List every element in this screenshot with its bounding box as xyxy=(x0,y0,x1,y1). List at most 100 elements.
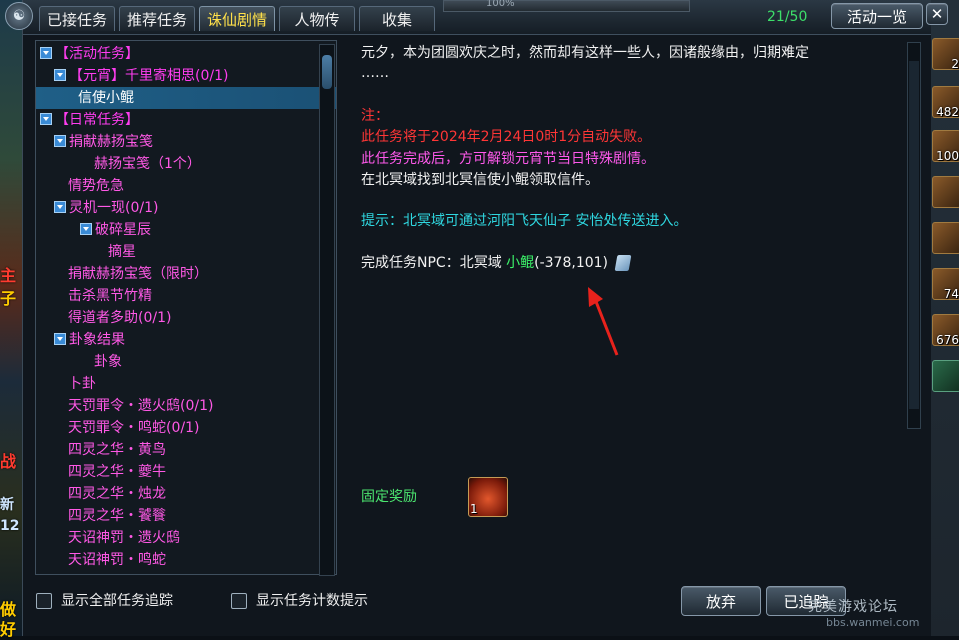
quest-tree-item-label: 卦象结果 xyxy=(69,332,125,348)
quest-tree-item-label: 情势危急 xyxy=(68,178,124,194)
quest-tree-item-label: 卦象 xyxy=(94,354,122,370)
npc-prefix: 完成任务NPC：北冥域 xyxy=(361,255,507,271)
quest-tree-item-label: 【活动任务】 xyxy=(55,46,139,62)
expand-toggle-icon[interactable] xyxy=(40,113,52,125)
progress-text: 100% xyxy=(486,0,515,9)
tab-collection[interactable]: 收集 xyxy=(359,6,435,31)
intro-line-2: …… xyxy=(361,65,389,81)
quest-tree-item[interactable]: 摘星 xyxy=(36,241,136,263)
quest-count: 21/50 xyxy=(767,9,808,25)
quest-tree-item[interactable]: 卜卦 xyxy=(36,373,96,395)
hotbar-slot-2[interactable]: 482 xyxy=(932,86,959,119)
expand-toggle-icon[interactable] xyxy=(54,201,66,213)
quest-tree-item[interactable]: 赫扬宝笺（1个） xyxy=(36,153,201,175)
hotbar-slot-4[interactable] xyxy=(932,176,959,208)
quest-tree-item[interactable]: 【活动任务】 xyxy=(36,43,139,65)
intro-line-1: 元夕，本为团圆欢庆之时，然而却有这样一些人，因诸般缘由，归期难定 xyxy=(361,45,809,61)
expand-toggle-icon[interactable] xyxy=(40,47,52,59)
quest-tree-item[interactable]: 天诏神罚・鸣蛇 xyxy=(36,549,166,571)
quest-tree-item[interactable]: 【日常任务】 xyxy=(36,109,139,131)
quest-tree-item[interactable]: 天罚罪令・鸣蛇(0/1) xyxy=(36,417,199,439)
auto-path-icon[interactable] xyxy=(614,255,632,271)
quest-tree-item-label: 天罚罪令・鸣蛇(0/1) xyxy=(68,420,200,436)
show-all-tracking-label: 显示全部任务追踪 xyxy=(61,593,173,609)
hotbar-slot-6[interactable]: 74 xyxy=(932,268,959,301)
hotbar-slot-5[interactable] xyxy=(932,222,959,254)
quest-tree-item[interactable]: 得道者多助(0/1) xyxy=(36,307,171,329)
quest-tree-item-label: 得道者多助(0/1) xyxy=(68,310,172,326)
show-all-tracking-checkbox[interactable] xyxy=(36,593,52,609)
quest-tree-item-label: 【元宵】千里寄相思(0/1) xyxy=(69,68,229,84)
reward-bag-icon[interactable]: 1 xyxy=(468,477,508,517)
quest-instruction: 在北冥域找到北冥信使小鲲领取信件。 xyxy=(361,172,599,188)
hotbar-slot-8[interactable] xyxy=(932,360,959,392)
quest-tree-item-label: 天罚罪令・遗火鸱(0/1) xyxy=(68,398,214,414)
reward-count: 1 xyxy=(470,502,478,516)
tab-zhuxian-story[interactable]: 诛仙剧情 xyxy=(199,6,275,31)
quest-tree-scrollbar[interactable] xyxy=(319,44,335,576)
quest-tree-item-label: 灵机一现(0/1) xyxy=(69,200,159,216)
quest-tree-item-label: 赫扬宝笺（1个） xyxy=(94,156,201,172)
hotbar-slot-1[interactable]: 2 xyxy=(932,38,959,71)
quest-tree-item-label: 卜卦 xyxy=(68,376,96,392)
travel-hint: 提示：北冥域可通过河阳飞天仙子 安怡处传送进入。 xyxy=(361,213,688,229)
note-label: 注： xyxy=(361,108,389,124)
quest-tree-item-label: 摘星 xyxy=(108,244,136,260)
npc-coords: (-378,101) xyxy=(534,255,609,271)
quest-tree-item[interactable]: 捐献赫扬宝笺 xyxy=(36,131,153,153)
scrollbar-thumb[interactable] xyxy=(322,55,332,89)
expand-toggle-icon[interactable] xyxy=(54,333,66,345)
quest-tree-item[interactable]: 天罚罪令・遗火鸱(0/1) xyxy=(36,395,213,417)
unlock-notice: 此任务完成后，方可解锁元宵节当日特殊剧情。 xyxy=(361,151,655,167)
quest-tree: 【活动任务】【元宵】千里寄相思(0/1) 信使小鲲【日常任务】捐献赫扬宝笺赫扬宝笺… xyxy=(35,40,337,575)
quest-tree-item[interactable]: 击杀黑节竹精 xyxy=(36,285,152,307)
quest-tree-item-label: 捐献赫扬宝笺（限时） xyxy=(68,266,208,282)
quest-tree-item-label: 捐献赫扬宝笺 xyxy=(69,134,153,150)
quest-tree-item[interactable]: 四灵之华・饕餮 xyxy=(36,505,166,527)
quest-tree-item[interactable]: 破碎星辰 xyxy=(36,219,151,241)
menu-icon[interactable]: ☯ xyxy=(5,2,33,30)
close-button[interactable]: ✕ xyxy=(926,3,948,25)
show-count-hint-label: 显示任务计数提示 xyxy=(256,593,368,609)
expand-toggle-icon[interactable] xyxy=(54,69,66,81)
quest-tree-item[interactable]: 四灵之华・烛龙 xyxy=(36,483,166,505)
quest-tree-item-label: 天诏神罚・鸣蛇 xyxy=(68,552,166,568)
activity-list-button[interactable]: 活动一览 xyxy=(831,3,923,29)
quest-tree-item[interactable]: 卦象结果 xyxy=(36,329,125,351)
top-progress-bar: 100% xyxy=(443,0,690,12)
npc-name-link[interactable]: 小鲲 xyxy=(506,255,534,271)
show-count-hint-checkbox[interactable] xyxy=(231,593,247,609)
quest-tree-item[interactable]: 卦象 xyxy=(36,351,122,373)
quest-tree-item[interactable]: 灵机一现(0/1) xyxy=(36,197,158,219)
quest-tree-item-label: 四灵之华・黄鸟 xyxy=(68,442,166,458)
abandon-button[interactable]: 放弃 xyxy=(681,586,761,616)
quest-tree-item-label: 天诏神罚・遗火鸱 xyxy=(68,530,180,546)
quest-tree-item[interactable]: 捐献赫扬宝笺（限时） xyxy=(36,263,208,285)
fail-notice: 此任务将于2024年2月24日0时1分自动失败。 xyxy=(361,129,652,145)
detail-scroll-track xyxy=(909,61,919,409)
quest-window: ☯ 已接任务 推荐任务 诛仙剧情 人物传 收集 100% 21/50 活动一览 … xyxy=(5,0,948,636)
expand-toggle-icon[interactable] xyxy=(80,223,92,235)
expand-toggle-icon[interactable] xyxy=(54,135,66,147)
watermark: 完美游戏论坛 xyxy=(808,599,898,615)
hotbar-slot-3[interactable]: 100 xyxy=(932,130,959,163)
quest-tree-item[interactable]: 【元宵】千里寄相思(0/1) xyxy=(36,65,228,87)
quest-tree-item[interactable]: 四灵之华・夔牛 xyxy=(36,461,166,483)
tab-recommended-quests[interactable]: 推荐任务 xyxy=(119,6,195,31)
tab-accepted-quests[interactable]: 已接任务 xyxy=(39,6,115,31)
detail-scrollbar[interactable] xyxy=(907,42,921,429)
quest-tree-item[interactable]: 天诏神罚・遗火鸱 xyxy=(36,527,180,549)
quest-tree-item-label: 四灵之华・烛龙 xyxy=(68,486,166,502)
fixed-reward-label: 固定奖励 xyxy=(361,489,417,505)
quest-tree-item-label: 四灵之华・饕餮 xyxy=(68,508,166,524)
watermark-url: bbs.wanmei.com xyxy=(826,616,920,629)
annotation-arrow-icon xyxy=(588,287,619,356)
quest-tree-item-label: 信使小鲲 xyxy=(78,90,134,106)
tab-character-biography[interactable]: 人物传 xyxy=(279,6,355,31)
quest-tree-item[interactable]: 四灵之华・黄鸟 xyxy=(36,439,166,461)
hotbar-slot-7[interactable]: 676 xyxy=(932,314,959,347)
quest-tree-item[interactable]: 情势危急 xyxy=(36,175,124,197)
quest-tree-item-label: 击杀黑节竹精 xyxy=(68,288,152,304)
quest-tree-item-selected[interactable]: 信使小鲲 xyxy=(36,87,336,109)
quest-tree-item-label: 四灵之华・夔牛 xyxy=(68,464,166,480)
